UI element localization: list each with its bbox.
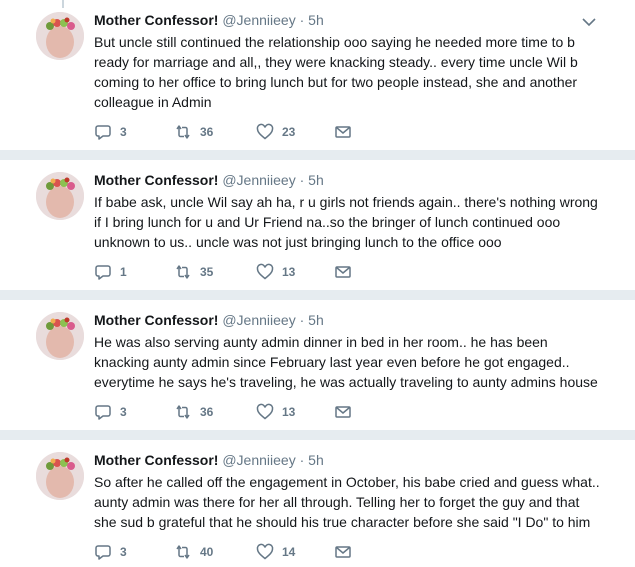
reply-button[interactable]: 3 xyxy=(94,542,127,562)
tweet-text: So after he called off the engagement in… xyxy=(94,474,600,530)
user-handle[interactable]: @Jenniieey xyxy=(222,12,295,28)
timestamp[interactable]: 5h xyxy=(308,452,324,468)
like-button[interactable]: 23 xyxy=(256,122,295,142)
timestamp[interactable]: 5h xyxy=(308,12,324,28)
display-name[interactable]: Mother Confessor! xyxy=(94,452,218,468)
direct-message-button[interactable] xyxy=(334,122,360,142)
envelope-icon xyxy=(335,546,351,558)
tweet-actions: 1 35 13 xyxy=(94,262,374,282)
like-button[interactable]: 14 xyxy=(256,542,295,562)
like-button[interactable]: 13 xyxy=(256,402,295,422)
reply-button[interactable]: 3 xyxy=(94,402,127,422)
retweet-button[interactable]: 40 xyxy=(174,542,213,562)
retweet-button[interactable]: 36 xyxy=(174,122,213,142)
reply-icon xyxy=(95,125,111,140)
retweet-button[interactable]: 36 xyxy=(174,402,213,422)
reply-button[interactable]: 3 xyxy=(94,122,127,142)
tweet-header: Mother Confessor! @Jenniieey · 5h xyxy=(94,452,324,468)
tweet-header: Mother Confessor! @Jenniieey · 5h xyxy=(94,172,324,188)
avatar[interactable] xyxy=(36,12,84,60)
retweet-count: 40 xyxy=(200,545,214,559)
like-count: 23 xyxy=(282,125,296,139)
tweet-actions: 3 36 13 xyxy=(94,402,374,422)
timestamp[interactable]: 5h xyxy=(308,312,324,328)
avatar[interactable] xyxy=(36,312,84,360)
tweet[interactable]: Mother Confessor! @Jenniieey · 5h He was… xyxy=(0,300,635,430)
avatar[interactable] xyxy=(36,172,84,220)
envelope-icon xyxy=(335,266,351,278)
retweet-count: 35 xyxy=(200,265,214,279)
tweet-feed: Mother Confessor! @Jenniieey · 5h But un… xyxy=(0,0,635,567)
retweet-icon xyxy=(176,545,190,559)
tweet-header: Mother Confessor! @Jenniieey · 5h xyxy=(94,12,324,28)
chevron-down-icon[interactable] xyxy=(581,16,597,28)
tweet[interactable]: Mother Confessor! @Jenniieey · 5h So aft… xyxy=(0,440,635,567)
retweet-icon xyxy=(176,265,190,279)
user-handle[interactable]: @Jenniieey xyxy=(222,452,295,468)
thread-line xyxy=(62,0,64,8)
display-name[interactable]: Mother Confessor! xyxy=(94,12,218,28)
retweet-icon xyxy=(176,125,190,139)
separator-dot: · xyxy=(299,172,305,188)
heart-icon xyxy=(256,543,274,560)
separator-dot: · xyxy=(299,12,305,28)
reply-count: 3 xyxy=(120,405,127,419)
retweet-count: 36 xyxy=(200,405,214,419)
avatar[interactable] xyxy=(36,452,84,500)
reply-icon xyxy=(95,545,111,560)
user-handle[interactable]: @Jenniieey xyxy=(222,172,295,188)
timestamp[interactable]: 5h xyxy=(308,172,324,188)
direct-message-button[interactable] xyxy=(334,402,360,422)
separator-dot: · xyxy=(299,312,305,328)
tweet-text: If babe ask, uncle Wil say ah ha, r u gi… xyxy=(94,194,598,250)
retweet-count: 36 xyxy=(200,125,214,139)
like-count: 14 xyxy=(282,545,296,559)
like-button[interactable]: 13 xyxy=(256,262,295,282)
reply-count: 3 xyxy=(120,545,127,559)
retweet-button[interactable]: 35 xyxy=(174,262,213,282)
retweet-icon xyxy=(176,405,190,419)
direct-message-button[interactable] xyxy=(334,542,360,562)
heart-icon xyxy=(256,403,274,420)
reply-icon xyxy=(95,405,111,420)
tweet[interactable]: Mother Confessor! @Jenniieey · 5h But un… xyxy=(0,0,635,150)
tweet-actions: 3 40 14 xyxy=(94,542,374,562)
like-count: 13 xyxy=(282,405,296,419)
user-handle[interactable]: @Jenniieey xyxy=(222,312,295,328)
heart-icon xyxy=(256,263,274,280)
envelope-icon xyxy=(335,126,351,138)
reply-count: 3 xyxy=(120,125,127,139)
separator-dot: · xyxy=(299,452,305,468)
heart-icon xyxy=(256,123,274,140)
tweet[interactable]: Mother Confessor! @Jenniieey · 5h If bab… xyxy=(0,160,635,290)
direct-message-button[interactable] xyxy=(334,262,360,282)
envelope-icon xyxy=(335,406,351,418)
tweet-actions: 3 36 23 xyxy=(94,122,374,142)
reply-count: 1 xyxy=(120,265,127,279)
like-count: 13 xyxy=(282,265,296,279)
display-name[interactable]: Mother Confessor! xyxy=(94,312,218,328)
reply-button[interactable]: 1 xyxy=(94,262,127,282)
display-name[interactable]: Mother Confessor! xyxy=(94,172,218,188)
tweet-header: Mother Confessor! @Jenniieey · 5h xyxy=(94,312,324,328)
tweet-text: He was also serving aunty admin dinner i… xyxy=(94,334,598,390)
tweet-text: But uncle still continued the relationsh… xyxy=(94,34,578,110)
reply-icon xyxy=(95,265,111,280)
